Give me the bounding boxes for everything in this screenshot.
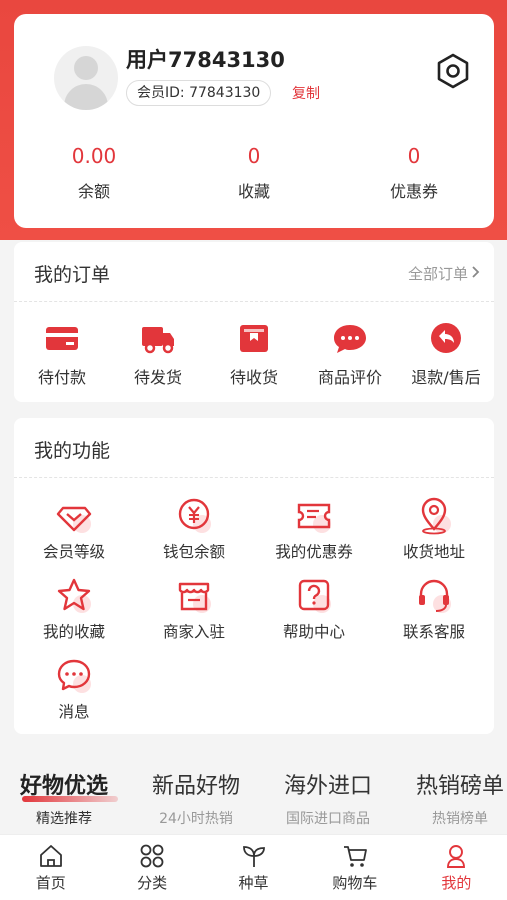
tab-subtitle: 24小时热销: [159, 811, 233, 827]
stat-value: 0: [247, 144, 261, 168]
user-icon: [447, 845, 466, 868]
func-coupons[interactable]: 我的优惠券: [254, 496, 374, 562]
username: 用户77843130: [126, 48, 285, 72]
nav-discover[interactable]: 种草: [203, 835, 304, 900]
sprout-icon: [242, 846, 265, 867]
func-address[interactable]: 收货地址: [374, 496, 494, 562]
stat-coupons[interactable]: 0 优惠券: [334, 144, 494, 204]
tab-title: 好物优选: [20, 774, 109, 799]
nav-category[interactable]: 分类: [101, 835, 202, 900]
profile-card: 用户77843130 会员ID: 77843130 复制 0.00 余额 0 收…: [14, 14, 494, 228]
bottom-nav: 首页 分类 种草 购物车 我的: [0, 834, 507, 900]
nav-cart[interactable]: 购物车: [304, 835, 405, 900]
orders-header: 我的订单 全部订单: [14, 242, 494, 302]
nav-home[interactable]: 首页: [0, 835, 101, 900]
box-icon: [240, 325, 268, 352]
func-customer-service[interactable]: 联系客服: [374, 576, 494, 642]
order-label: 待发货: [133, 368, 182, 387]
func-label: 收货地址: [402, 543, 465, 561]
location-pin-icon: [421, 497, 451, 535]
tab-title: 海外进口: [284, 774, 373, 799]
truck-icon: [142, 327, 174, 354]
func-label: 联系客服: [402, 623, 465, 641]
func-help[interactable]: 帮助中心: [254, 576, 374, 642]
coupon-icon: [297, 503, 331, 533]
home-icon: [39, 845, 62, 867]
stat-label: 余额: [77, 182, 110, 201]
help-icon: [298, 579, 331, 613]
yen-coin-icon: [178, 498, 211, 533]
func-label: 消息: [58, 703, 90, 721]
functions-card: 我的功能 会员等级 钱包余额 我的优惠券 收货地址 我的收藏 商家入驻 帮助中心…: [14, 418, 494, 734]
functions-title: 我的功能: [34, 440, 111, 462]
order-label: 待收货: [229, 368, 278, 387]
nav-label: 购物车: [332, 874, 378, 892]
chat-bubble-icon: [334, 325, 366, 353]
diamond-icon: [56, 506, 92, 533]
order-pending-receipt[interactable]: 待收货: [206, 322, 302, 388]
cart-icon: [343, 846, 367, 867]
grid-icon: [140, 844, 164, 868]
tab-subtitle: 热销榜单: [432, 811, 488, 827]
store-icon: [178, 582, 211, 613]
return-icon: [431, 323, 461, 353]
func-messages[interactable]: 消息: [14, 656, 134, 722]
stat-favorites[interactable]: 0 收藏: [174, 144, 334, 204]
order-label: 待付款: [37, 368, 86, 387]
func-label: 会员等级: [42, 543, 105, 561]
tab-subtitle: 国际进口商品: [286, 811, 370, 827]
stat-label: 收藏: [237, 182, 270, 201]
member-id-badge: 会员ID: 77843130: [126, 80, 272, 106]
product-tabs: 好物优选 精选推荐 新品好物 24小时热销 海外进口 国际进口商品 热销磅单 热…: [0, 758, 507, 834]
all-orders-link[interactable]: 全部订单: [408, 263, 468, 284]
chevron-right-icon[interactable]: [472, 266, 480, 278]
tab-new-arrivals[interactable]: 新品好物 24小时热销: [152, 768, 240, 828]
headset-icon: [419, 579, 451, 613]
nav-label: 我的: [441, 874, 472, 892]
order-label: 退款/售后: [411, 368, 481, 387]
stat-label: 优惠券: [389, 182, 438, 201]
tab-title: 热销磅单: [416, 774, 505, 799]
func-label: 商家入驻: [162, 623, 225, 641]
tab-title: 新品好物: [152, 774, 241, 799]
card-icon: [46, 327, 78, 350]
tab-featured[interactable]: 好物优选 精选推荐: [20, 768, 108, 828]
func-label: 钱包余额: [162, 543, 225, 561]
func-label: 我的优惠券: [275, 543, 353, 561]
stat-value: 0.00: [71, 144, 117, 168]
message-icon: [57, 659, 91, 693]
tab-bestsellers[interactable]: 热销磅单 热销榜单: [416, 768, 504, 828]
avatar[interactable]: [54, 46, 118, 110]
func-label: 帮助中心: [282, 623, 345, 641]
func-favorites[interactable]: 我的收藏: [14, 576, 134, 642]
order-pending-shipment[interactable]: 待发货: [110, 322, 206, 388]
order-pending-payment[interactable]: 待付款: [14, 322, 110, 388]
orders-title: 我的订单: [34, 264, 111, 286]
nav-label: 分类: [137, 874, 168, 892]
star-icon: [57, 578, 91, 613]
stat-value: 0: [407, 144, 421, 168]
copy-button[interactable]: 复制: [292, 83, 320, 103]
orders-card: 我的订单 全部订单 待付款 待发货 待收货 商品评价 退款/售后: [14, 242, 494, 402]
nav-label: 首页: [35, 874, 66, 892]
order-refund[interactable]: 退款/售后: [398, 322, 494, 388]
stat-balance[interactable]: 0.00 余额: [14, 144, 174, 204]
stats-row: 0.00 余额 0 收藏 0 优惠券: [14, 144, 494, 204]
tab-imports[interactable]: 海外进口 国际进口商品: [284, 768, 372, 828]
tab-subtitle: 精选推荐: [36, 811, 92, 827]
func-member-level[interactable]: 会员等级: [14, 496, 134, 562]
order-label: 商品评价: [317, 368, 382, 387]
nav-label: 种草: [238, 874, 269, 892]
func-wallet[interactable]: 钱包余额: [134, 496, 254, 562]
nav-mine[interactable]: 我的: [406, 835, 507, 900]
functions-header: 我的功能: [14, 418, 494, 478]
func-merchant[interactable]: 商家入驻: [134, 576, 254, 642]
func-label: 我的收藏: [42, 623, 105, 641]
order-review[interactable]: 商品评价: [302, 322, 398, 388]
settings-icon[interactable]: [434, 52, 472, 90]
